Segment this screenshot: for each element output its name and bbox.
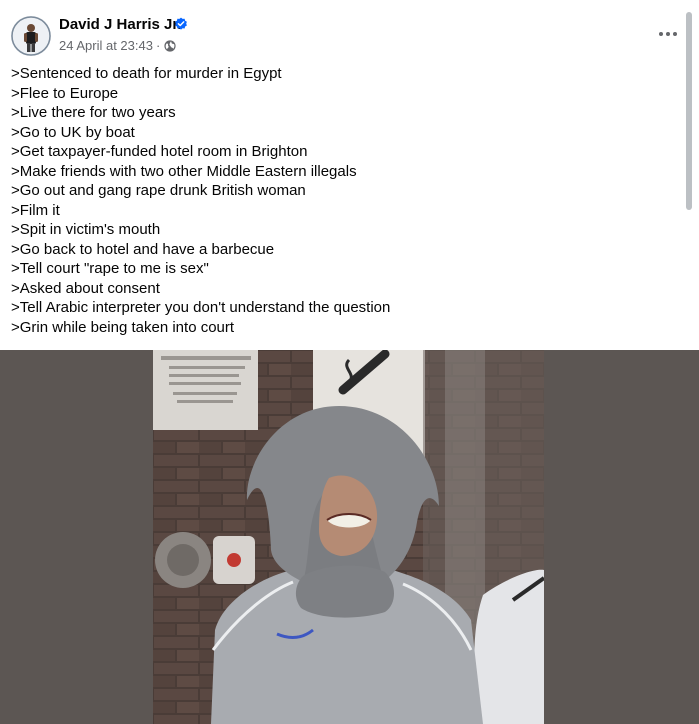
post-line: >Asked about consent [11, 279, 160, 297]
meta-separator: · [155, 38, 161, 53]
verified-badge-icon [175, 17, 187, 30]
post-line: >Live there for two years [11, 104, 176, 121]
post-media[interactable] [0, 350, 699, 724]
post-line: >Tell court "rape to me is sex" [11, 260, 209, 277]
avatar-image [11, 16, 51, 56]
post-line: >Sentenced to death for murder in Egypt [11, 65, 282, 82]
photo-image [153, 350, 544, 724]
post-line: >Go out and gang rape drunk British woma… [11, 182, 306, 199]
post-line: >Go back to hotel and have a barbecue [11, 240, 275, 258]
author-avatar[interactable] [11, 16, 51, 56]
post-meta: 24 April at 23:43 · [59, 38, 176, 53]
facebook-post: David J Harris Jr. 24 April at 23:43 · >… [0, 0, 699, 724]
more-options-button[interactable] [654, 24, 682, 44]
post-line: >Grin while being taken into court [11, 318, 235, 336]
globe-icon[interactable] [164, 39, 176, 52]
post-line: >Flee to Europe [11, 84, 119, 102]
post-line: >Spit in victim's mouth [11, 221, 161, 238]
post-line: >Get taxpayer-funded hotel room in Brigh… [11, 143, 308, 160]
post-line: >Make friends with two other Middle East… [11, 162, 357, 180]
scrollbar-thumb[interactable] [686, 12, 692, 210]
more-options-icon [659, 32, 663, 36]
post-body: >Sentenced to death for murder in Egypt … [11, 64, 671, 337]
post-header: David J Harris Jr. 24 April at 23:43 · [0, 0, 699, 60]
post-line: >Tell Arabic interpreter you don't under… [11, 299, 391, 316]
post-line: >Go to UK by boat [11, 123, 135, 141]
post-timestamp[interactable]: 24 April at 23:43 [59, 38, 153, 53]
post-line: >Film it [11, 201, 60, 219]
post-photo[interactable] [153, 350, 544, 724]
author-name[interactable]: David J Harris Jr. [59, 16, 182, 33]
